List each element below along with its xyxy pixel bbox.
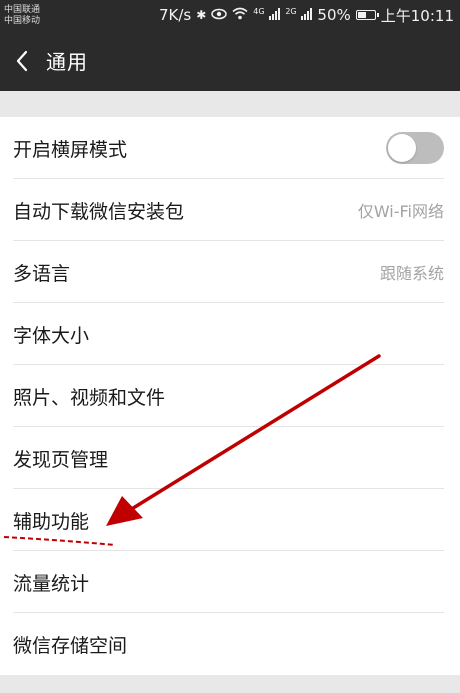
setting-media[interactable]: 照片、视频和文件: [0, 365, 460, 427]
setting-discover[interactable]: 发现页管理: [0, 427, 460, 489]
setting-accessibility-label: 辅助功能: [13, 510, 90, 533]
setting-accessibility[interactable]: 辅助功能: [0, 489, 460, 551]
setting-auto-download-label: 自动下载微信安装包: [13, 200, 185, 223]
carrier-2-label: 中国移动: [4, 15, 41, 26]
battery-percent: 50%: [317, 6, 351, 24]
eye-icon: [211, 8, 228, 23]
setting-language-label: 多语言: [13, 262, 71, 285]
setting-language-value: 跟随系统: [379, 264, 444, 283]
setting-traffic[interactable]: 流量统计: [0, 551, 460, 613]
battery-level: [357, 12, 366, 18]
navigation-bar: 通用: [0, 30, 460, 91]
carrier-1-label: 中国联通: [4, 4, 41, 15]
wifi-icon: [232, 6, 248, 24]
back-arrow-icon[interactable]: [0, 30, 44, 91]
setting-landscape-mode[interactable]: 开启横屏模式: [0, 117, 460, 179]
setting-storage[interactable]: 微信存储空间: [0, 613, 460, 675]
setting-language[interactable]: 多语言 跟随系统: [0, 241, 460, 303]
status-indicators: 7K/s ✱ 4G 2G 50% 上午10:11: [159, 5, 454, 26]
network-type-2: 2G: [285, 7, 297, 16]
network-speed: 7K/s: [158, 6, 192, 24]
landscape-mode-toggle[interactable]: [386, 132, 444, 164]
network-type-1: 4G: [253, 7, 265, 16]
signal-1-icon: 4G: [253, 6, 281, 24]
setting-storage-label: 微信存储空间: [13, 634, 128, 657]
page-title: 通用: [46, 50, 88, 74]
setting-auto-download-value: 仅Wi-Fi网络: [357, 202, 444, 221]
setting-discover-label: 发现页管理: [13, 448, 109, 471]
setting-font-size-label: 字体大小: [13, 324, 90, 347]
carrier-labels: 中国联通 中国移动: [4, 5, 40, 27]
setting-traffic-label: 流量统计: [13, 572, 90, 595]
setting-font-size[interactable]: 字体大小: [0, 303, 460, 365]
setting-landscape-mode-label: 开启横屏模式: [13, 138, 128, 161]
status-bar: 中国联通 中国移动 7K/s ✱ 4G 2G 50% 上午10:11: [0, 0, 460, 30]
toggle-knob: [388, 134, 416, 162]
battery-icon: [355, 10, 379, 20]
signal-2-icon: 2G: [285, 6, 313, 24]
setting-auto-download[interactable]: 自动下载微信安装包 仅Wi-Fi网络: [0, 179, 460, 241]
setting-media-label: 照片、视频和文件: [13, 386, 166, 409]
settings-list: 开启横屏模式 自动下载微信安装包 仅Wi-Fi网络 多语言 跟随系统 字体大小 …: [0, 117, 460, 675]
clock: 上午10:11: [380, 6, 454, 25]
bluetooth-icon: ✱: [196, 8, 207, 22]
section-spacer: [0, 91, 460, 117]
